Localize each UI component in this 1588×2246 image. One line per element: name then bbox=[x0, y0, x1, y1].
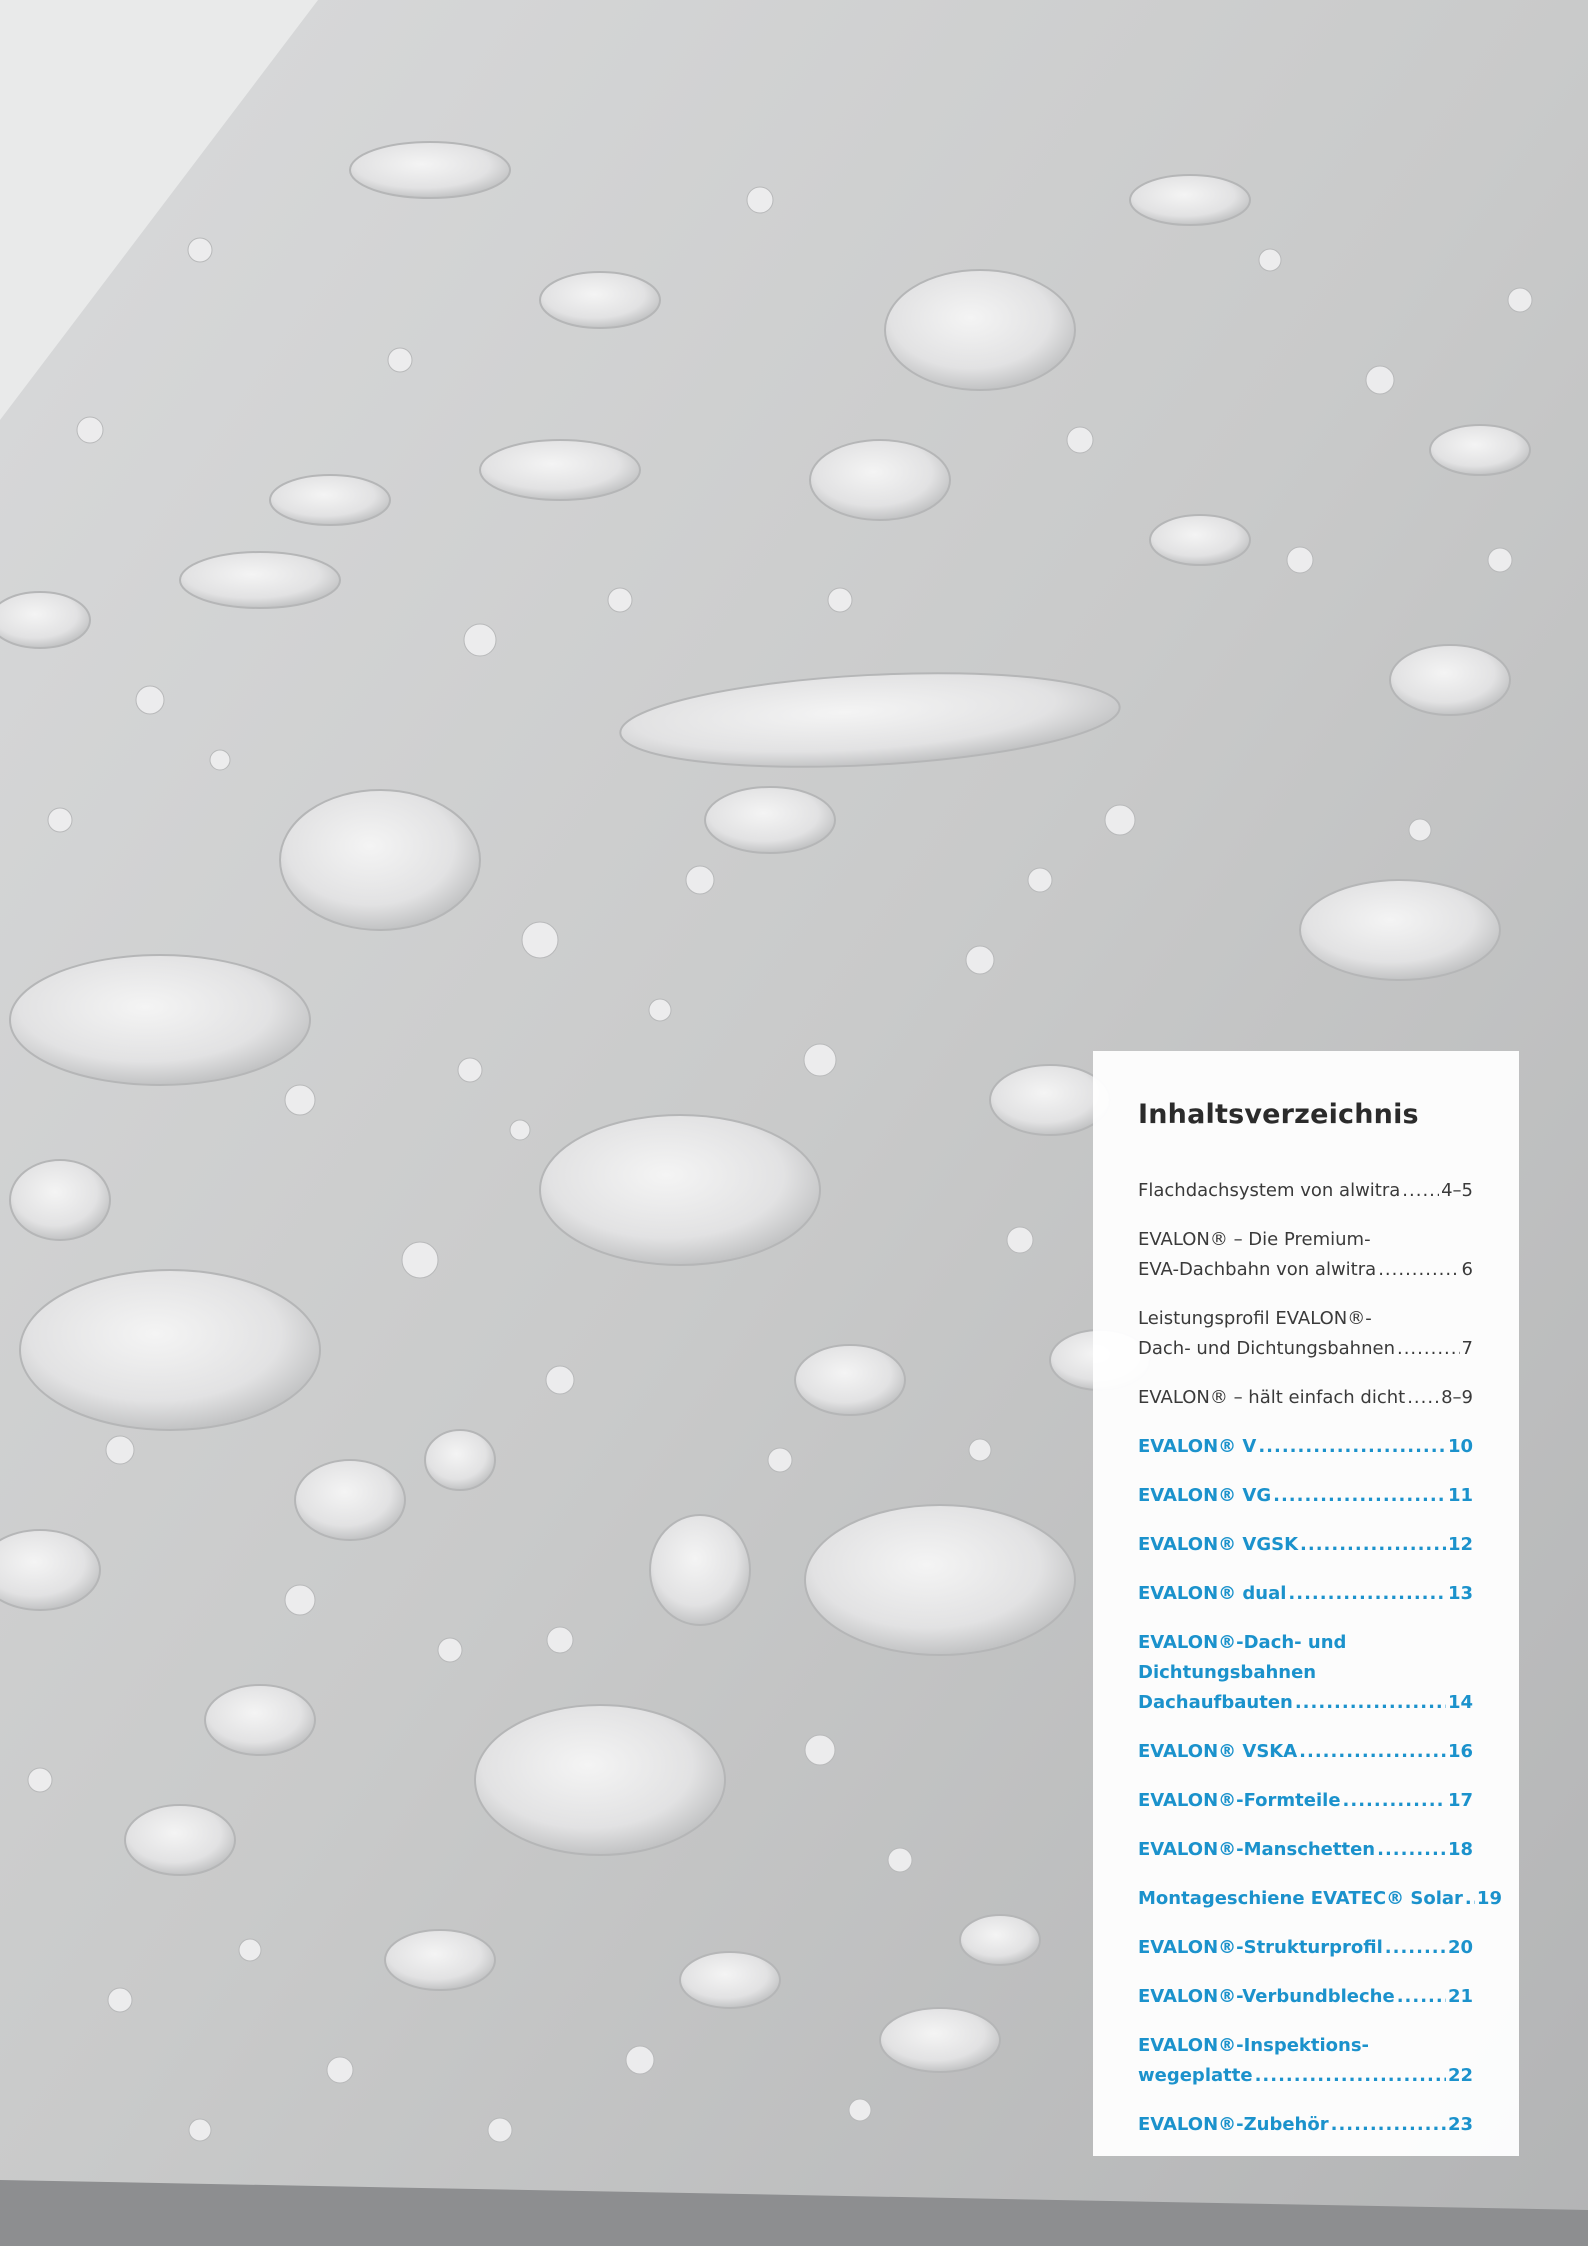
toc-entry[interactable]: EVALON®-Dach- und Dichtungsbahnen Dachaufb… bbox=[1138, 1628, 1473, 1718]
toc-page-number: 18 bbox=[1447, 1839, 1473, 1860]
toc-entry[interactable]: EVALON®-Zubehör 23 bbox=[1138, 2110, 1473, 2140]
toc-page-number: 23 bbox=[1447, 2114, 1473, 2135]
toc-entry-label: Dach- und Dichtungsbahnen bbox=[1138, 1338, 1395, 1359]
toc-leader-dots bbox=[1255, 2061, 1446, 2091]
toc-page-number: 10 bbox=[1447, 1436, 1473, 1457]
toc-leader-dots bbox=[1397, 1982, 1446, 2012]
toc-page-number: 14 bbox=[1447, 1692, 1473, 1713]
toc-entry-line: Flachdachsystem von alwitra 4–5 bbox=[1138, 1176, 1473, 1206]
toc-entry-label: wegeplatte bbox=[1138, 2065, 1253, 2086]
toc-entry[interactable]: Flachdachsystem von alwitra 4–5 bbox=[1138, 1176, 1473, 1206]
toc-leader-dots bbox=[1407, 1383, 1439, 1413]
toc-entry-label: Flachdachsystem von alwitra bbox=[1138, 1180, 1401, 1201]
table-of-contents-panel: Inhaltsverzeichnis Flachdachsystem von a… bbox=[1093, 1051, 1519, 2156]
toc-entry[interactable]: EVALON® VSKA 16 bbox=[1138, 1737, 1473, 1767]
toc-page-number: 13 bbox=[1447, 1583, 1473, 1604]
toc-page-number: 8–9 bbox=[1441, 1387, 1473, 1408]
toc-leader-dots bbox=[1273, 1481, 1446, 1511]
toc-entry-label: EVALON®-Verbundbleche bbox=[1138, 1986, 1395, 2007]
toc-entry[interactable]: EVALON® V 10 bbox=[1138, 1432, 1473, 1462]
toc-entry-label: EVALON® – hält einfach dicht bbox=[1138, 1387, 1406, 1408]
toc-leader-dots bbox=[1397, 1334, 1460, 1364]
toc-leader-dots bbox=[1385, 1933, 1446, 1963]
toc-entry-line: EVALON® dual 13 bbox=[1138, 1579, 1473, 1609]
toc-entry[interactable]: EVALON®-Manschetten 18 bbox=[1138, 1835, 1473, 1865]
toc-page-number: 21 bbox=[1447, 1986, 1473, 2007]
toc-entry-label: EVA-Dachbahn von alwitra bbox=[1138, 1259, 1377, 1280]
toc-entry-line: EVALON® VG 11 bbox=[1138, 1481, 1473, 1511]
toc-entry-line: EVALON® VGSK 12 bbox=[1138, 1530, 1473, 1560]
toc-entry[interactable]: EVALON® VG 11 bbox=[1138, 1481, 1473, 1511]
toc-page-number: 12 bbox=[1447, 1534, 1473, 1555]
toc-entry-label: Montageschiene EVATEC® Solar bbox=[1138, 1888, 1463, 1909]
toc-list: Flachdachsystem von alwitra 4–5 EVALON® – … bbox=[1138, 1176, 1502, 2140]
toc-entry-line: EVALON®-Formteile 17 bbox=[1138, 1786, 1473, 1816]
toc-leader-dots bbox=[1331, 2110, 1446, 2140]
toc-leader-dots bbox=[1299, 1737, 1446, 1767]
toc-entry-label-start: Leistungsprofil EVALON®- bbox=[1138, 1308, 1372, 1329]
toc-entry-label-start: EVALON®-Dach- und bbox=[1138, 1632, 1347, 1653]
toc-entry-line: Dachaufbauten 14 bbox=[1138, 1688, 1473, 1718]
toc-page-number: 22 bbox=[1447, 2065, 1473, 2086]
toc-entry-line: EVALON® V 10 bbox=[1138, 1432, 1473, 1462]
toc-entry[interactable]: EVALON® dual 13 bbox=[1138, 1579, 1473, 1609]
toc-leader-dots bbox=[1288, 1579, 1446, 1609]
toc-entry-line: EVALON®-Verbundbleche 21 bbox=[1138, 1982, 1473, 2012]
toc-leader-dots bbox=[1295, 1688, 1446, 1718]
toc-entry-label: Dachaufbauten bbox=[1138, 1692, 1293, 1713]
toc-entry-label: EVALON®-Strukturprofil bbox=[1138, 1937, 1383, 1958]
toc-entry-line: EVA-Dachbahn von alwitra 6 bbox=[1138, 1255, 1473, 1285]
toc-leader-dots bbox=[1300, 1530, 1446, 1560]
toc-leader-dots bbox=[1402, 1176, 1439, 1206]
toc-entry-line: EVALON®-Manschetten 18 bbox=[1138, 1835, 1473, 1865]
toc-entry-line: EVALON®-Zubehör 23 bbox=[1138, 2110, 1473, 2140]
toc-page-number: 6 bbox=[1461, 1259, 1473, 1280]
toc-entry[interactable]: EVALON® VGSK 12 bbox=[1138, 1530, 1473, 1560]
toc-entry-label: EVALON®-Formteile bbox=[1138, 1790, 1341, 1811]
toc-title: Inhaltsverzeichnis bbox=[1138, 1099, 1419, 1130]
toc-page-number: 20 bbox=[1447, 1937, 1473, 1958]
toc-entry[interactable]: EVALON®-Verbundbleche 21 bbox=[1138, 1982, 1473, 2012]
toc-page-number: 17 bbox=[1447, 1790, 1473, 1811]
toc-entry[interactable]: EVALON® – Die Premium- EVA-Dachbahn von a… bbox=[1138, 1225, 1473, 1285]
toc-entry-label: EVALON® V bbox=[1138, 1436, 1257, 1457]
toc-entry-label: EVALON® VSKA bbox=[1138, 1741, 1298, 1762]
toc-entry-label: EVALON®-Manschetten bbox=[1138, 1839, 1376, 1860]
toc-entry-line: EVALON®-Strukturprofil 20 bbox=[1138, 1933, 1473, 1963]
toc-entry-line: EVALON® – hält einfach dicht 8–9 bbox=[1138, 1383, 1473, 1413]
toc-leader-dots bbox=[1378, 1255, 1459, 1285]
toc-entry[interactable]: EVALON®-Inspektions-wegeplatte 22 bbox=[1138, 2031, 1473, 2091]
toc-entry-label-start: Dichtungsbahnen bbox=[1138, 1662, 1317, 1683]
toc-entry-label-start: EVALON® – Die Premium- bbox=[1138, 1229, 1371, 1250]
toc-page-number: 11 bbox=[1447, 1485, 1473, 1506]
toc-page-number: 19 bbox=[1476, 1888, 1502, 1909]
toc-entry-line: wegeplatte 22 bbox=[1138, 2061, 1473, 2091]
toc-entry-label: EVALON®-Zubehör bbox=[1138, 2114, 1329, 2135]
toc-leader-dots bbox=[1343, 1786, 1446, 1816]
toc-leader-dots bbox=[1258, 1432, 1446, 1462]
toc-entry[interactable]: Leistungsprofil EVALON®- Dach- und Dichtu… bbox=[1138, 1304, 1473, 1364]
toc-entry-line: Montageschiene EVATEC® Solar 19 bbox=[1138, 1884, 1502, 1914]
toc-entry[interactable]: EVALON®-Formteile 17 bbox=[1138, 1786, 1473, 1816]
toc-leader-dots bbox=[1377, 1835, 1446, 1865]
toc-page-number: 16 bbox=[1447, 1741, 1473, 1762]
toc-page-number: 7 bbox=[1461, 1338, 1473, 1359]
toc-leader-dots bbox=[1465, 1884, 1475, 1914]
toc-entry-label-start: EVALON®-Inspektions- bbox=[1138, 2035, 1370, 2056]
toc-entry-line: Dach- und Dichtungsbahnen 7 bbox=[1138, 1334, 1473, 1364]
toc-entry[interactable]: Montageschiene EVATEC® Solar 19 bbox=[1138, 1884, 1502, 1914]
toc-entry[interactable]: EVALON® – hält einfach dicht 8–9 bbox=[1138, 1383, 1473, 1413]
toc-entry-label: EVALON® VG bbox=[1138, 1485, 1272, 1506]
toc-entry-label: EVALON® VGSK bbox=[1138, 1534, 1299, 1555]
toc-page-number: 4–5 bbox=[1441, 1180, 1473, 1201]
toc-entry[interactable]: EVALON®-Strukturprofil 20 bbox=[1138, 1933, 1473, 1963]
toc-entry-line: EVALON® VSKA 16 bbox=[1138, 1737, 1473, 1767]
toc-entry-label: EVALON® dual bbox=[1138, 1583, 1287, 1604]
